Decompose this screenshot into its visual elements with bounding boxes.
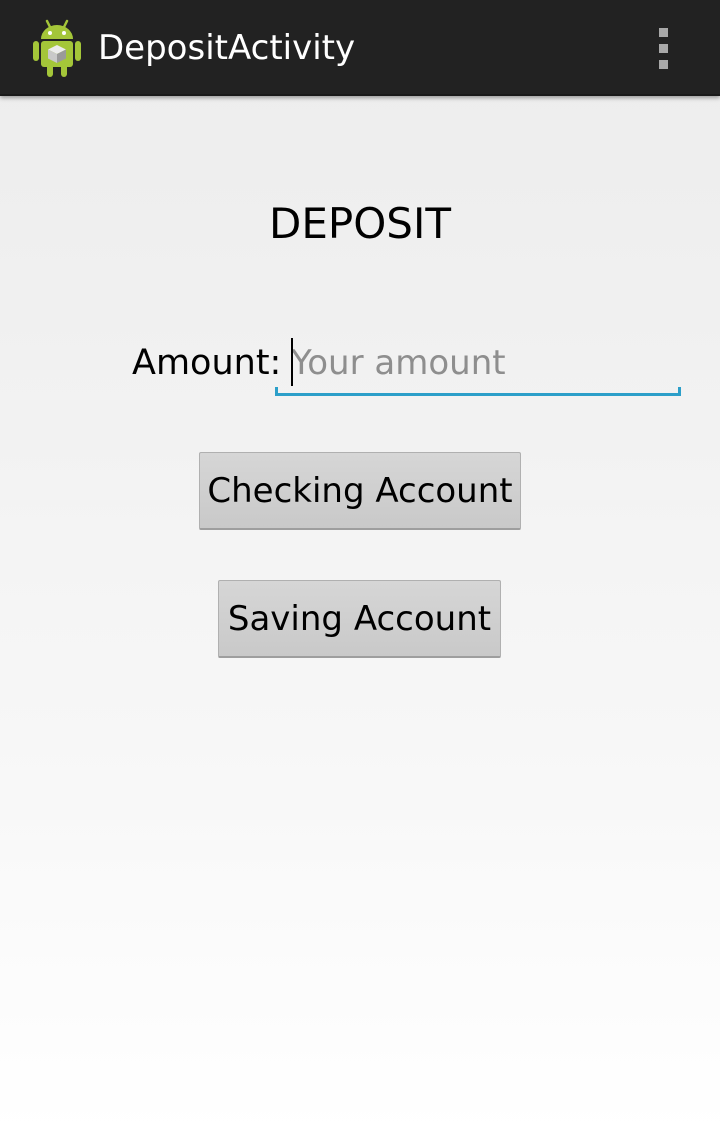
overflow-dot (659, 28, 668, 37)
field-underline (275, 387, 681, 396)
overflow-menu-icon[interactable] (648, 24, 680, 72)
page-title: DEPOSIT (269, 199, 451, 248)
app-title: DepositActivity (98, 28, 356, 68)
android-robot-icon[interactable] (30, 18, 84, 78)
amount-input[interactable] (291, 336, 671, 390)
overflow-dot (659, 44, 668, 53)
text-cursor (291, 338, 293, 386)
checking-account-button[interactable]: Checking Account (199, 452, 521, 530)
amount-field[interactable] (275, 332, 681, 396)
action-bar: DepositActivity (0, 0, 720, 96)
overflow-dot (659, 60, 668, 69)
amount-label: Amount: (132, 343, 282, 383)
saving-account-button[interactable]: Saving Account (218, 580, 501, 658)
